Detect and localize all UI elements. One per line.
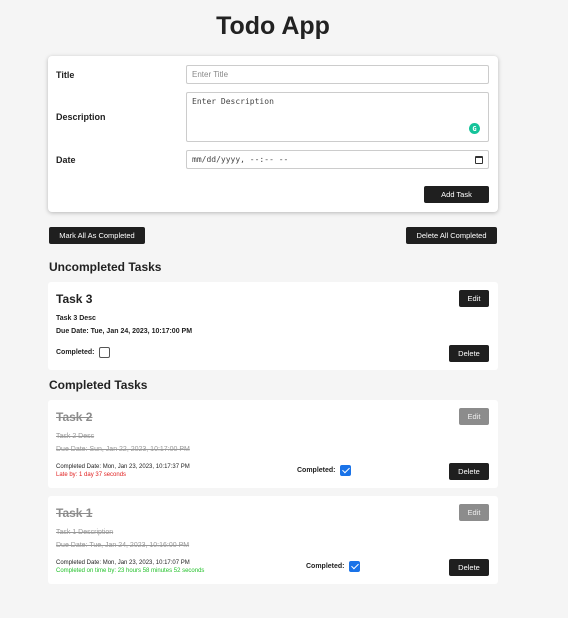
task-description: Task 2 Desc: [56, 433, 95, 440]
description-input[interactable]: Enter Description G: [186, 92, 489, 142]
completed-label: Completed:: [297, 467, 336, 474]
mark-all-completed-button[interactable]: Mark All As Completed: [49, 227, 145, 244]
task-card: Task 2 Edit Task 2 Desc Due Date: Sun, J…: [48, 400, 498, 488]
edit-button[interactable]: Edit: [459, 290, 489, 307]
task-due-date: Due Date: Sun, Jan 22, 2023, 10:17:00 PM: [56, 446, 190, 453]
description-placeholder: Enter Description: [192, 97, 274, 106]
grammarly-icon[interactable]: G: [469, 123, 480, 134]
add-task-button[interactable]: Add Task: [424, 186, 489, 203]
on-time-status: Completed on time by: 23 hours 58 minute…: [56, 568, 205, 574]
calendar-icon[interactable]: [475, 156, 483, 164]
completed-heading: Completed Tasks: [49, 378, 148, 392]
task-card: Task 1 Edit Task 1 Description Due Date:…: [48, 496, 498, 584]
completed-date: Completed Date: Mon, Jan 23, 2023, 10:17…: [56, 560, 190, 566]
task-title: Task 3: [56, 292, 93, 306]
app-title: Todo App: [216, 12, 330, 40]
title-label: Title: [56, 70, 75, 80]
delete-all-completed-button[interactable]: Delete All Completed: [406, 227, 497, 244]
task-description: Task 3 Desc: [56, 315, 96, 322]
completed-checkbox[interactable]: [98, 347, 110, 358]
completed-label: Completed:: [56, 349, 95, 356]
delete-button[interactable]: Delete: [449, 345, 489, 362]
date-label: Date: [56, 155, 76, 165]
edit-button[interactable]: Edit: [459, 504, 489, 521]
task-title: Task 1: [56, 506, 93, 520]
uncompleted-heading: Uncompleted Tasks: [49, 260, 162, 274]
completed-toggle: Completed:: [297, 465, 351, 476]
task-card: Task 3 Edit Task 3 Desc Due Date: Tue, J…: [48, 282, 498, 370]
task-description: Task 1 Description: [56, 529, 114, 536]
completed-label: Completed:: [306, 563, 345, 570]
delete-button[interactable]: Delete: [449, 559, 489, 576]
delete-button[interactable]: Delete: [449, 463, 489, 480]
completed-toggle: Completed:: [56, 347, 110, 358]
task-due-date: Due Date: Tue, Jan 24, 2023, 10:16:00 PM: [56, 542, 190, 549]
completed-toggle: Completed:: [306, 561, 360, 572]
completed-checkbox[interactable]: [348, 561, 360, 572]
add-task-form: Title Enter Title Description Enter Desc…: [48, 56, 498, 212]
date-placeholder: mm/dd/yyyy, --:-- --: [192, 155, 289, 164]
late-status: Late by: 1 day 37 seconds: [56, 472, 127, 478]
task-due-date: Due Date: Tue, Jan 24, 2023, 10:17:00 PM: [56, 328, 193, 335]
date-input[interactable]: mm/dd/yyyy, --:-- --: [186, 150, 489, 169]
description-label: Description: [56, 112, 106, 122]
title-input[interactable]: Enter Title: [186, 65, 489, 84]
title-placeholder: Enter Title: [192, 70, 229, 79]
edit-button[interactable]: Edit: [459, 408, 489, 425]
completed-checkbox[interactable]: [339, 465, 351, 476]
task-title: Task 2: [56, 410, 93, 424]
completed-date: Completed Date: Mon, Jan 23, 2023, 10:17…: [56, 464, 190, 470]
